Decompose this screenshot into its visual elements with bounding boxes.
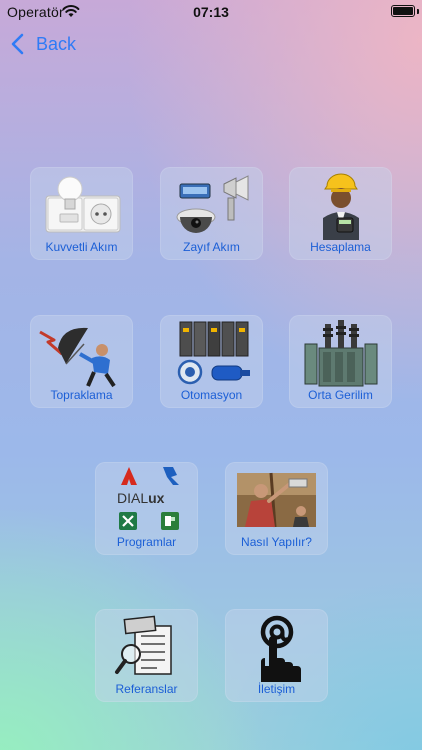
- drives-motor-icon: [177, 321, 250, 385]
- referanslar-button[interactable]: Referanslar: [95, 609, 198, 702]
- worker-photo-icon: [237, 472, 316, 528]
- battery-icon: [391, 5, 415, 17]
- referanslar-label: Referanslar: [115, 682, 178, 696]
- chevron-left-icon: [11, 33, 24, 55]
- hesaplama-label: Hesaplama: [310, 240, 371, 254]
- touch-at-sign-icon: [260, 615, 301, 682]
- dialux-logo-prefix: DIAL: [117, 490, 148, 506]
- dialux-logo-suffix: ux: [148, 490, 165, 506]
- kuvvetli-akim-label: Kuvvetli Akım: [45, 240, 118, 254]
- programlar-label: Programlar: [116, 535, 177, 549]
- zayif-akim-button[interactable]: Zayıf Akım: [160, 167, 263, 260]
- iletisim-label: İletişim: [257, 682, 296, 696]
- back-button[interactable]: Back: [10, 31, 76, 57]
- topraklama-button[interactable]: Topraklama: [30, 315, 133, 408]
- zayif-akim-label: Zayıf Akım: [183, 240, 240, 254]
- status-time: 07:13: [193, 4, 229, 20]
- back-label: Back: [36, 33, 77, 54]
- otomasyon-button[interactable]: Otomasyon: [160, 315, 263, 408]
- engineer-calculator-icon: [323, 173, 359, 240]
- topraklama-label: Topraklama: [50, 388, 113, 402]
- documents-magnifier-icon: [115, 615, 172, 675]
- otomasyon-label: Otomasyon: [180, 388, 243, 402]
- lightbulb-socket-icon: [45, 176, 121, 233]
- orta-gerilim-button[interactable]: Orta Gerilim: [289, 315, 392, 408]
- lightning-umbrella-icon: [39, 327, 116, 388]
- programlar-button[interactable]: DIALux Programlar: [95, 462, 198, 555]
- svg-text:DIALux: DIALux: [117, 490, 165, 506]
- iletisim-button[interactable]: İletişim: [225, 609, 328, 702]
- camera-siren-icon: [176, 175, 249, 233]
- orta-gerilim-label: Orta Gerilim: [308, 388, 373, 402]
- battery-tip: [417, 9, 419, 14]
- software-logos-icon: DIALux: [117, 467, 179, 530]
- status-bar: Operatör 07:13: [0, 0, 422, 24]
- hesaplama-button[interactable]: Hesaplama: [289, 167, 392, 260]
- transformer-icon: [304, 320, 378, 387]
- kuvvetli-akim-button[interactable]: Kuvvetli Akım: [30, 167, 133, 260]
- nasil-yapilir-button[interactable]: Nasıl Yapılır?: [225, 462, 328, 555]
- nasil-yapilir-label: Nasıl Yapılır?: [241, 535, 312, 549]
